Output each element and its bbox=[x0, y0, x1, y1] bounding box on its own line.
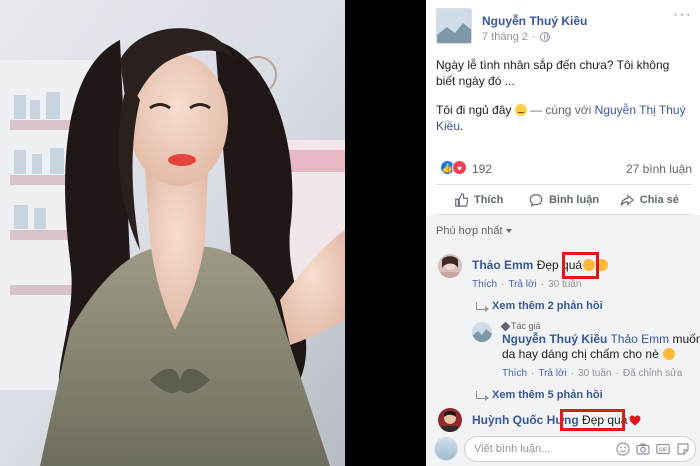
post-text-line2: Tôi đi ngủ đây — cùng với Nguyễn Thị Thu… bbox=[436, 103, 686, 133]
post-text-line1: Ngày lễ tình nhân sắp đến chưa? Tôi khôn… bbox=[436, 58, 670, 88]
like-button[interactable]: Thích bbox=[436, 186, 521, 214]
more-options-icon[interactable]: ··· bbox=[673, 6, 692, 24]
reactions-bar: 👍 ♥ 192 27 bình luận bbox=[436, 158, 692, 178]
thumbs-up-icon bbox=[455, 193, 468, 207]
commenter-avatar[interactable] bbox=[438, 254, 462, 278]
post-panel: Nguyễn Thuý Kiều 7 tháng 2 · ··· Ngày lễ… bbox=[426, 0, 700, 466]
comment-time[interactable]: 30 tuần bbox=[548, 279, 581, 290]
author-badge: Tác giả bbox=[500, 321, 541, 331]
author-name[interactable]: Nguyễn Thuý Kiều bbox=[482, 14, 587, 28]
emoji-icon[interactable] bbox=[616, 442, 630, 456]
mention-link[interactable]: Thảo Emm bbox=[610, 332, 669, 346]
post-text: Ngày lễ tình nhân sắp đến chưa? Tôi khôn… bbox=[436, 57, 686, 147]
comment-actions: Thích · Trả lời · 30 tuần bbox=[472, 279, 582, 290]
divider bbox=[436, 184, 692, 185]
post-meta: 7 tháng 2 · bbox=[482, 31, 550, 43]
comment-like-link[interactable]: Thích bbox=[472, 279, 497, 290]
reply-arrow-icon bbox=[476, 391, 489, 401]
camera-icon[interactable] bbox=[636, 442, 650, 456]
comment-text: muốn bbox=[672, 332, 700, 346]
author-avatar[interactable] bbox=[436, 8, 472, 44]
pen-icon bbox=[500, 321, 511, 331]
comment-reply-link[interactable]: Trả lời bbox=[508, 279, 536, 290]
author-reply-avatar[interactable] bbox=[472, 322, 492, 342]
post-date[interactable]: 7 tháng 2 bbox=[482, 31, 528, 43]
composer-icons: GIF bbox=[616, 442, 690, 456]
comment-sort-dropdown[interactable]: Phù hợp nhất bbox=[436, 225, 512, 237]
view-more-replies[interactable]: Xem thêm 2 phản hồi bbox=[476, 300, 603, 312]
current-user-avatar bbox=[434, 437, 458, 461]
comment-composer: GIF bbox=[434, 436, 696, 462]
comment-actions: Thích · Trả lời · 30 tuần · Đã chỉnh sửa bbox=[502, 368, 683, 379]
view-more-replies[interactable]: Xem thêm 5 phản hồi bbox=[476, 389, 603, 401]
edited-label[interactable]: Đã chỉnh sửa bbox=[623, 368, 683, 379]
highlight-box bbox=[560, 409, 625, 431]
comment-time[interactable]: 30 tuần bbox=[578, 368, 611, 379]
comment-bubble-line2: da hay dáng chị chấm cho nè bbox=[502, 347, 676, 362]
comment-text: da hay dáng chị chấm cho nè bbox=[502, 347, 659, 361]
reaction-count[interactable]: 192 bbox=[472, 162, 492, 176]
chevron-down-icon bbox=[505, 229, 512, 233]
sleepy-emoji-icon bbox=[514, 104, 527, 116]
comment-count[interactable]: 27 bình luận bbox=[626, 162, 692, 176]
post-photo bbox=[0, 0, 345, 466]
comment-like-link[interactable]: Thích bbox=[502, 368, 527, 379]
comment-reply-link[interactable]: Trả lời bbox=[538, 368, 566, 379]
gif-icon[interactable]: GIF bbox=[656, 442, 670, 456]
svg-text:GIF: GIF bbox=[659, 448, 667, 454]
comment-icon bbox=[529, 194, 543, 207]
reply-arrow-icon bbox=[476, 302, 489, 312]
photo-viewer[interactable] bbox=[0, 0, 426, 466]
share-icon bbox=[620, 194, 634, 206]
heart-icon bbox=[629, 415, 641, 426]
highlight-box bbox=[562, 252, 599, 279]
post-header: Nguyễn Thuý Kiều 7 tháng 2 · ··· bbox=[436, 6, 692, 44]
comment-button[interactable]: Bình luận bbox=[521, 186, 606, 214]
commenter-avatar[interactable] bbox=[438, 408, 462, 432]
comment-bubble: Nguyễn Thuý Kiều Thảo Emm muốn bbox=[502, 332, 700, 347]
share-button[interactable]: Chia sẻ bbox=[607, 186, 692, 214]
love-reaction-icon[interactable]: ♥ bbox=[452, 160, 467, 175]
wink-emoji-icon bbox=[663, 348, 676, 360]
commenter-name[interactable]: Nguyễn Thuý Kiều bbox=[502, 332, 607, 346]
commenter-name[interactable]: Thảo Emm bbox=[472, 258, 533, 272]
sticker-icon[interactable] bbox=[676, 442, 690, 456]
globe-icon bbox=[539, 32, 550, 42]
post-actions: Thích Bình luận Chia sẻ bbox=[436, 186, 692, 214]
